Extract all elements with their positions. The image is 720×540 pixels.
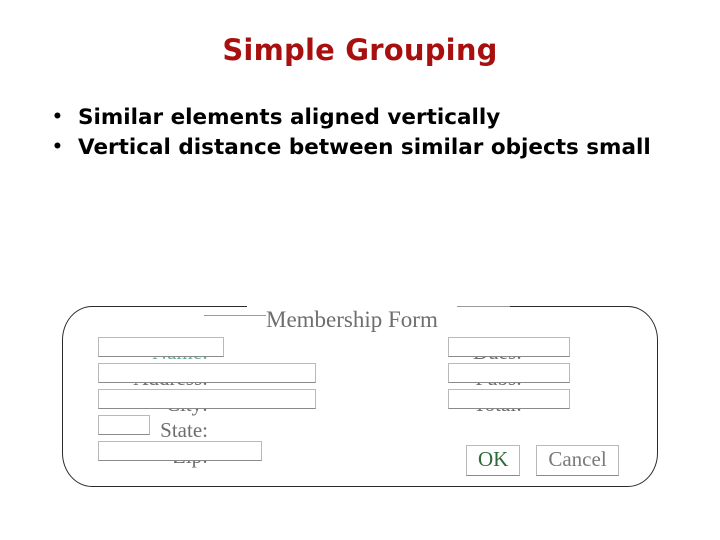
form-button-row: OK Cancel xyxy=(466,445,619,476)
bullet-icon: • xyxy=(52,136,63,157)
dues-input[interactable] xyxy=(448,337,570,357)
field-state: State: xyxy=(92,415,208,442)
list-item-label: Vertical distance between similar object… xyxy=(78,134,651,160)
city-input[interactable] xyxy=(98,389,316,409)
cancel-button[interactable]: Cancel xyxy=(536,445,619,476)
page-title: Simple Grouping xyxy=(222,33,498,67)
form-title-rule-left xyxy=(204,315,266,316)
field-pubs: Pubs: xyxy=(442,363,570,389)
field-city: City: xyxy=(92,389,316,415)
membership-form-figure: Membership Form Name: Address: City: Sta… xyxy=(62,297,662,489)
pubs-input[interactable] xyxy=(448,363,570,383)
list-item: • Vertical distance between similar obje… xyxy=(52,134,672,163)
bullet-icon: • xyxy=(52,107,63,127)
list-item-label: Similar elements aligned vertically xyxy=(78,105,501,130)
ok-button[interactable]: OK xyxy=(466,445,521,476)
field-zip: Zip: xyxy=(92,441,262,467)
bullet-list: • Similar elements aligned vertically • … xyxy=(52,104,672,163)
state-input[interactable] xyxy=(98,415,150,435)
field-label-state: State: xyxy=(160,418,208,442)
field-address: Address: xyxy=(92,363,316,389)
name-input[interactable] xyxy=(98,337,224,357)
list-item: • Similar elements aligned vertically xyxy=(52,104,672,133)
field-total: Total: xyxy=(442,389,570,415)
total-input[interactable] xyxy=(448,389,570,409)
field-name: Name: xyxy=(92,337,224,363)
form-title: Membership Form xyxy=(266,307,438,332)
zip-input[interactable] xyxy=(98,441,262,461)
form-title-rule-right xyxy=(457,306,510,307)
address-input[interactable] xyxy=(98,363,316,383)
field-dues: Dues: xyxy=(442,337,570,363)
